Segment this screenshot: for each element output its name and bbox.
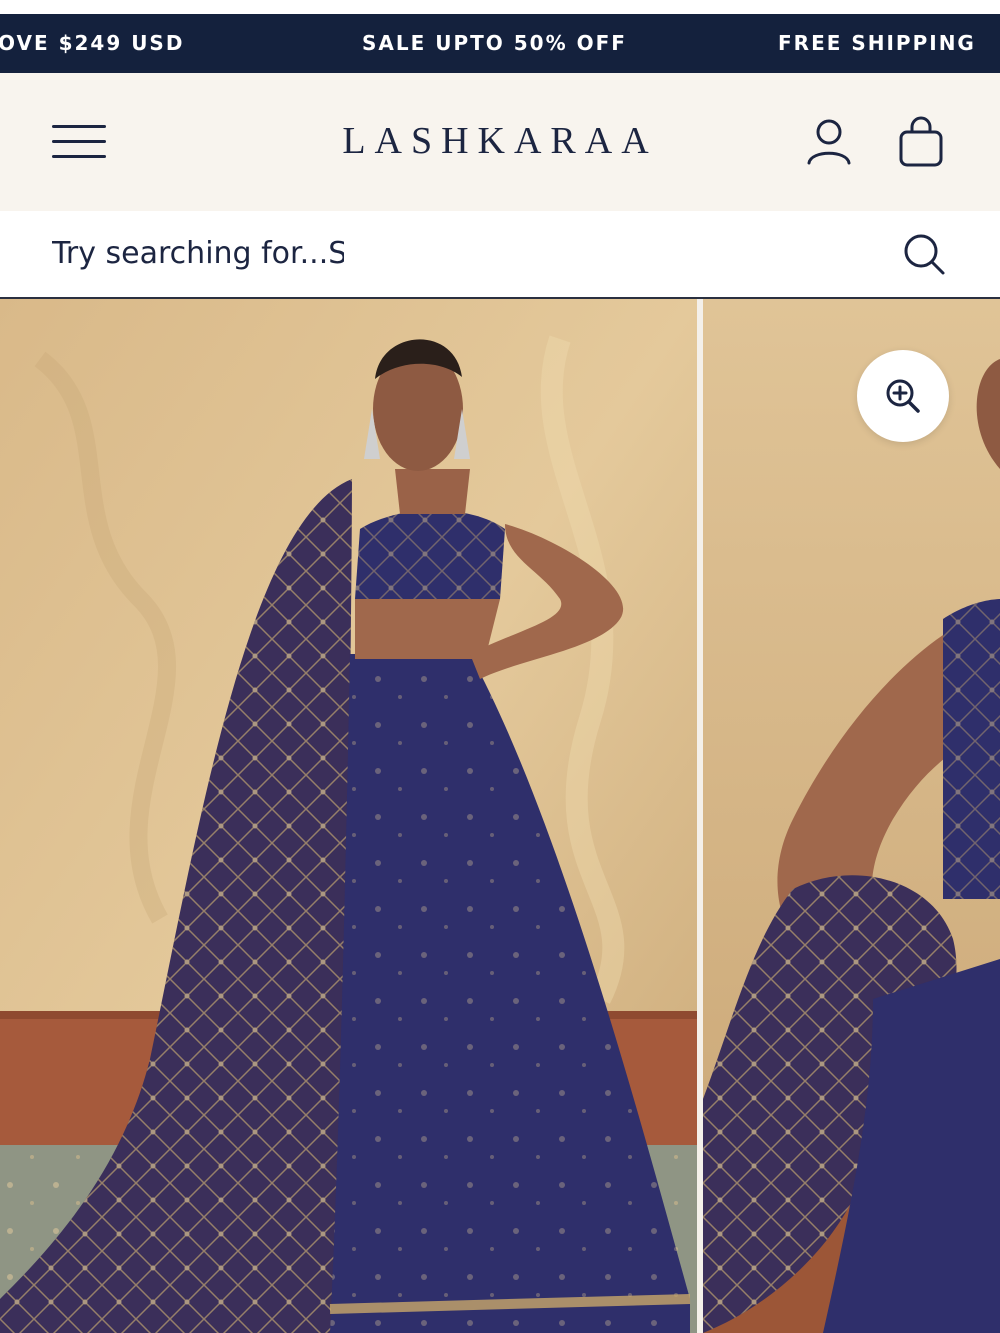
site-header: LASHKARAA [0,73,1000,211]
menu-button[interactable] [48,117,110,165]
cart-button[interactable] [893,113,949,169]
promo-message-free-shipping-threshold: OVE $249 USD [0,31,185,55]
search-button[interactable] [898,228,950,280]
product-image-secondary[interactable] [703,299,1000,1333]
brand-logo[interactable]: LASHKARAA [300,119,700,163]
zoom-in-icon [886,379,920,413]
shopping-bag-icon [899,116,943,167]
product-image-gallery[interactable] [0,299,1000,1333]
account-button[interactable] [801,113,857,169]
search-bar [0,211,1000,299]
user-icon [807,119,851,165]
promo-message-sale: SALE UPTO 50% OFF [362,31,627,55]
promo-message-free-shipping: FREE SHIPPING [778,31,976,55]
search-input[interactable] [52,229,344,277]
status-gap [0,0,1000,14]
search-icon [904,234,945,275]
product-image-main[interactable] [0,299,697,1333]
zoom-button[interactable] [857,350,949,442]
promo-bar: OVE $249 USD SALE UPTO 50% OFF FREE SHIP… [0,14,1000,73]
